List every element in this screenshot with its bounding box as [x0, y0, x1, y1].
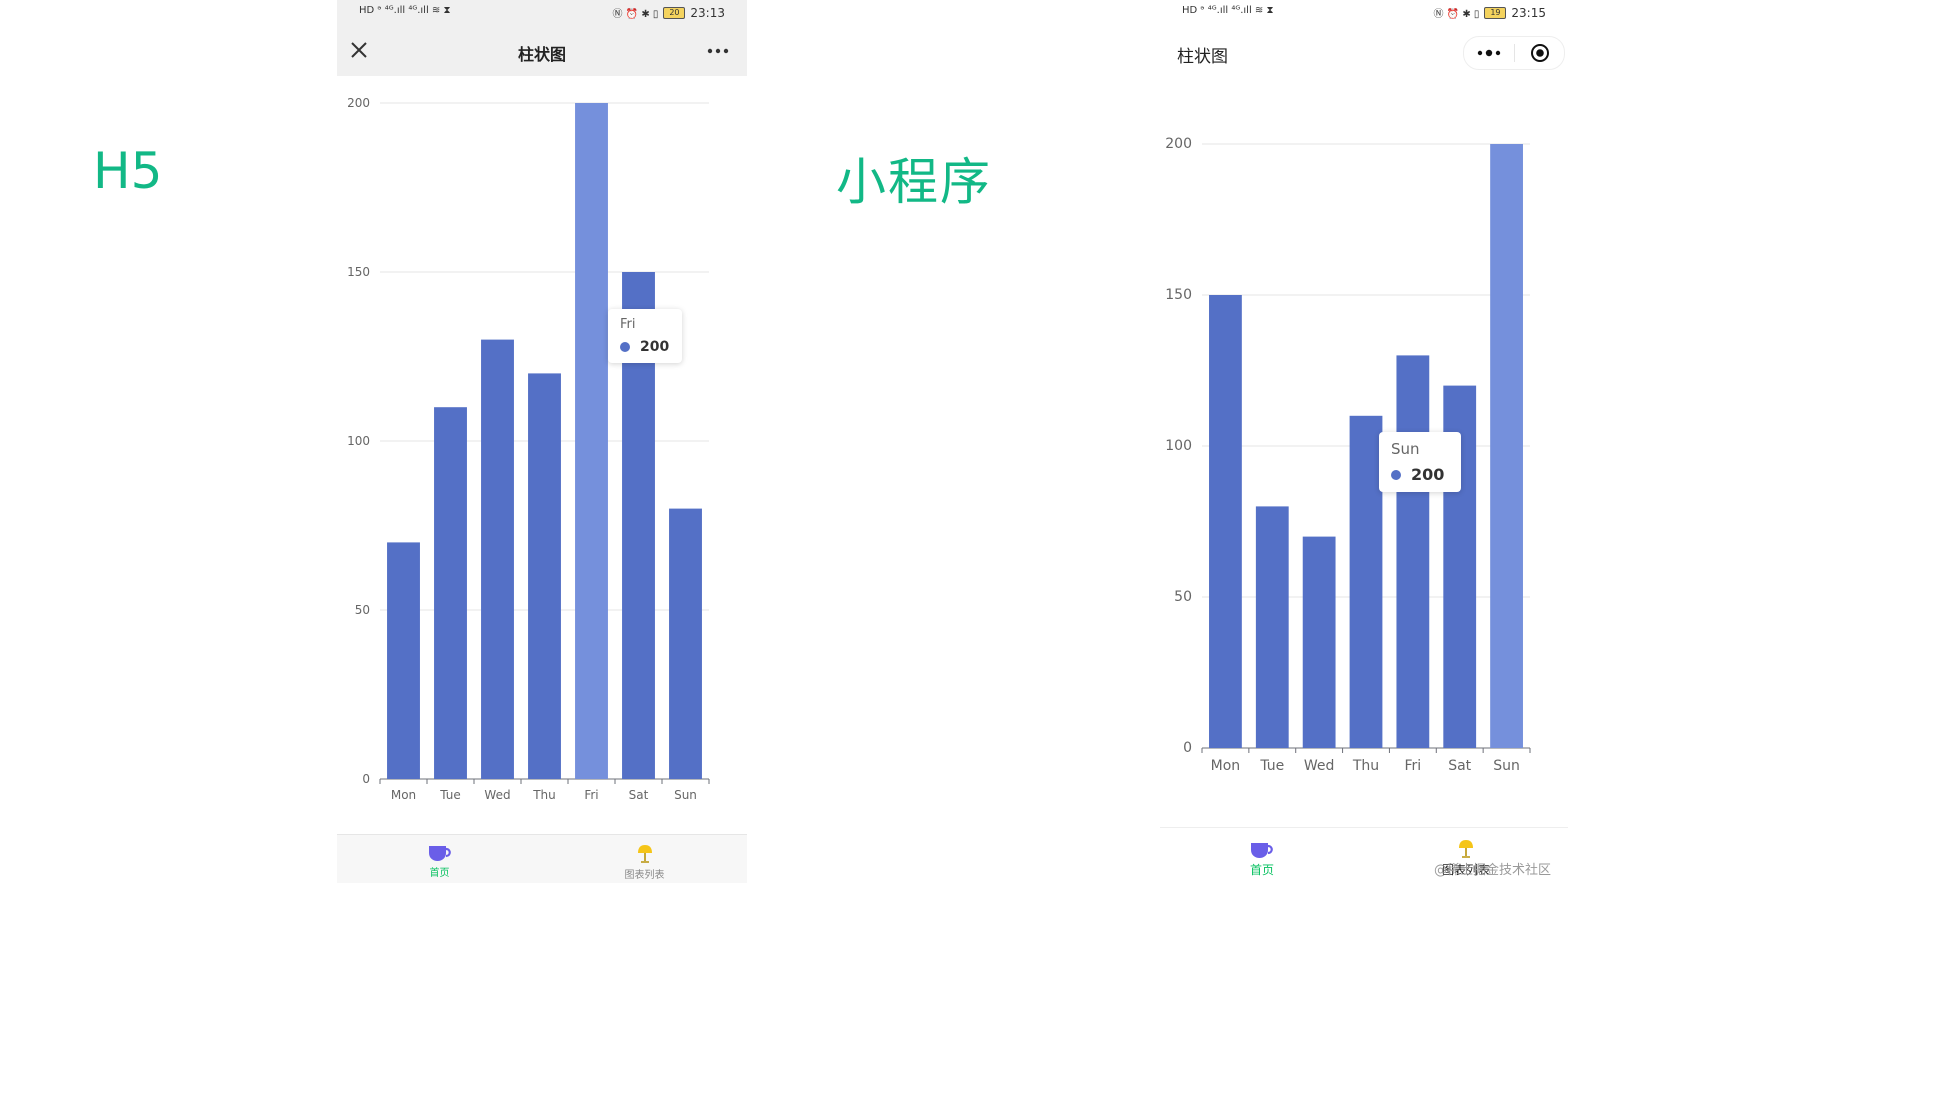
cup-icon	[1251, 843, 1273, 858]
h5-phone-screen: HD ᵊ ⁴ᴳ.ıll ⁴ᴳ.ıll ≋ ⧗ Ⓝ ⏰ ✱ ▯ 20 23:13 …	[337, 0, 747, 883]
y-tick-label: 150	[1165, 287, 1192, 303]
x-tick-label: Sat	[629, 788, 649, 802]
bar-sun	[1490, 144, 1523, 748]
bar-wed	[481, 339, 514, 779]
bar-fri	[575, 103, 608, 779]
bar-thu	[528, 373, 561, 779]
status-time: 23:13	[690, 5, 725, 20]
y-tick-label: 50	[1174, 589, 1192, 605]
tab-chart-list-label: 图表列表	[624, 870, 665, 881]
battery-icon: 20	[663, 6, 686, 19]
tooltip-series-dot	[620, 342, 630, 352]
tab-home[interactable]: 首页	[337, 835, 542, 883]
bar-fri	[1396, 355, 1430, 748]
tab-chart-list[interactable]: 图表列表	[542, 835, 747, 883]
watermark: @稀土掘金技术社区	[1434, 863, 1552, 878]
tab-home[interactable]: 首页	[1160, 828, 1364, 883]
y-tick-label: 0	[1183, 740, 1192, 756]
x-tick-label: Tue	[1259, 758, 1284, 774]
x-tick-label: Sun	[674, 788, 697, 802]
bar-mon	[1209, 295, 1242, 748]
x-tick-label: Mon	[391, 788, 416, 802]
x-tick-label: Thu	[1352, 758, 1379, 774]
more-icon[interactable]	[707, 44, 729, 58]
tab-home-label: 首页	[1249, 863, 1274, 877]
tooltip-value: 200	[640, 339, 670, 355]
cup-icon	[428, 846, 451, 861]
signal-icons: HD ᵊ ⁴ᴳ.ıll ⁴ᴳ.ıll ≋ ⧗	[1182, 5, 1274, 16]
y-tick-label: 200	[1165, 136, 1192, 152]
chart-tooltip: Fri 200	[608, 309, 682, 363]
x-tick-label: Thu	[532, 788, 556, 802]
x-tick-label: Tue	[439, 788, 461, 802]
bar-mon	[387, 542, 420, 779]
chart-tooltip: Sun 200	[1379, 432, 1461, 492]
nav-bar: 柱状图	[1160, 26, 1568, 78]
bar-tue	[434, 407, 467, 779]
bar-thu	[1349, 415, 1383, 748]
status-bar: HD ᵊ ⁴ᴳ.ıll ⁴ᴳ.ıll ≋ ⧗ Ⓝ ⏰ ✱ ▯ 19 23:15	[1160, 0, 1568, 26]
miniprogram-label: 小程序	[836, 153, 992, 211]
x-tick-label: Wed	[484, 788, 510, 802]
y-tick-label: 150	[347, 265, 370, 279]
page-title: 柱状图	[1177, 47, 1228, 67]
capsule-target-icon	[1530, 44, 1549, 62]
page-title: 柱状图	[517, 45, 566, 64]
tooltip-category: Sun	[1391, 440, 1420, 458]
signal-icons: HD ᵊ ⁴ᴳ.ıll ⁴ᴳ.ıll ≋ ⧗	[359, 5, 451, 16]
tooltip-series-dot	[1391, 469, 1401, 480]
capsule-close-button[interactable]	[1515, 37, 1565, 69]
status-time: 23:15	[1511, 5, 1546, 20]
x-tick-label: Fri	[1405, 758, 1422, 774]
tab-bar: 首页 图表列表	[337, 834, 747, 883]
x-tick-label: Fri	[584, 788, 598, 802]
y-tick-label: 100	[347, 434, 370, 448]
tooltip-category: Fri	[620, 317, 636, 332]
bar-chart[interactable]: 0 50 100 150 200 Mon Tue Wed Thu Fri Sat Sun	[1160, 120, 1568, 780]
lamp-icon	[1459, 840, 1473, 858]
tooltip-value: 200	[1411, 465, 1445, 484]
bar-sun	[669, 508, 702, 779]
y-tick-label: 50	[355, 603, 370, 617]
lamp-icon	[637, 845, 652, 863]
x-tick-label: Mon	[1211, 758, 1241, 774]
bar-chart[interactable]: 0 50 100 150 200 Mon Tue Wed Thu Fri Sat Sun	[337, 86, 747, 816]
y-tick-label: 100	[1165, 438, 1192, 454]
status-bar: HD ᵊ ⁴ᴳ.ıll ⁴ᴳ.ıll ≋ ⧗ Ⓝ ⏰ ✱ ▯ 20 23:13	[337, 0, 747, 26]
capsule-menu	[1463, 36, 1565, 70]
bar-tue	[1255, 506, 1289, 748]
capsule-more-icon	[1477, 49, 1501, 57]
battery-icon: 19	[1484, 6, 1507, 19]
miniprogram-phone-screen: HD ᵊ ⁴ᴳ.ıll ⁴ᴳ.ıll ≋ ⧗ Ⓝ ⏰ ✱ ▯ 19 23:15 …	[1160, 0, 1568, 883]
x-tick-label: Sat	[1448, 758, 1471, 774]
system-icons: Ⓝ ⏰ ✱ ▯	[612, 9, 659, 20]
tab-home-label: 首页	[429, 868, 450, 879]
system-icons: Ⓝ ⏰ ✱ ▯	[1433, 9, 1480, 20]
x-tick-label: Wed	[1304, 758, 1335, 774]
x-tick-label: Sun	[1493, 758, 1520, 774]
y-tick-label: 200	[347, 96, 370, 110]
h5-label: H5	[93, 142, 163, 200]
nav-bar: 柱状图	[337, 26, 747, 76]
y-tick-label: 0	[362, 772, 370, 786]
capsule-more-button[interactable]	[1464, 37, 1514, 69]
bar-wed	[1302, 536, 1336, 748]
